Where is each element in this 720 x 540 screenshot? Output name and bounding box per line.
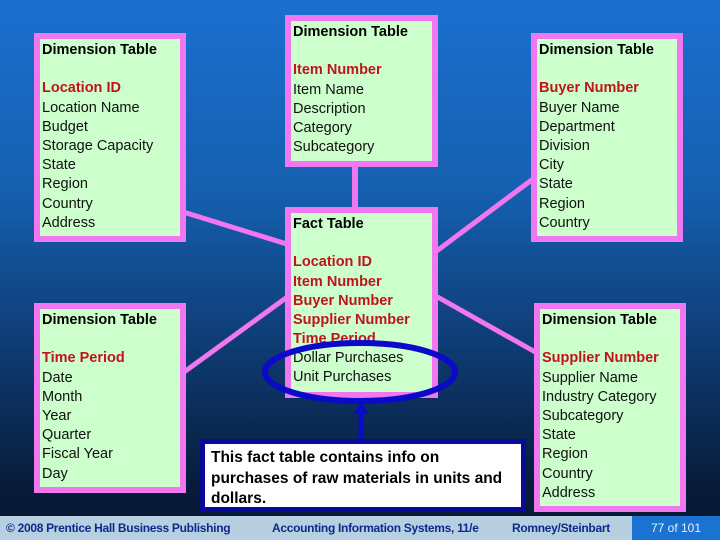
footer-authors: Romney/Steinbart — [512, 521, 610, 535]
measures-highlight-ellipse — [262, 340, 458, 404]
slide-footer: © 2008 Prentice Hall Business Publishing… — [0, 516, 720, 540]
callout-note: This fact table contains info on purchas… — [200, 439, 526, 512]
footer-book-title: Accounting Information Systems, 11/e — [272, 521, 479, 535]
page-number: 77 of 101 — [632, 516, 720, 540]
footer-copyright: © 2008 Prentice Hall Business Publishing — [6, 521, 231, 535]
